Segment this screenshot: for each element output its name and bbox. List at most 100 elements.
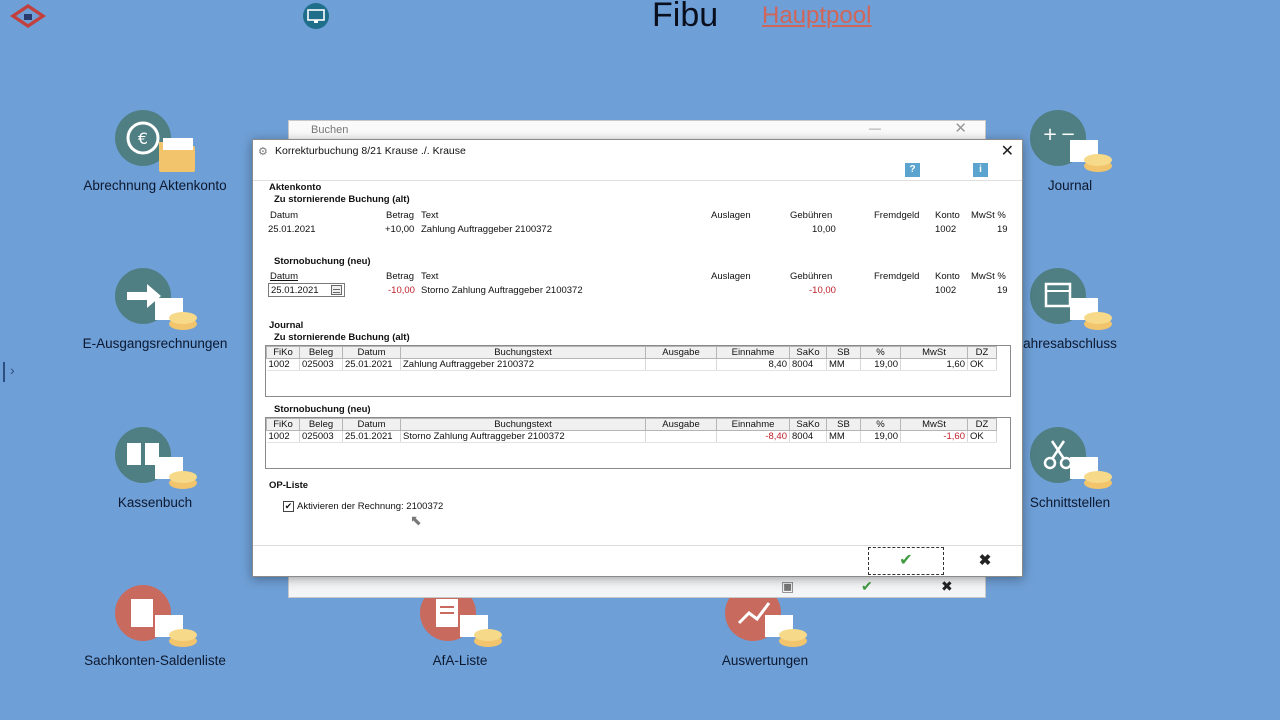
dialog-titlebar: ⚙ Korrekturbuchung 8/21 Krause ./. Kraus… xyxy=(253,140,1022,162)
svg-text:€: € xyxy=(138,129,148,148)
coins-icon xyxy=(155,615,197,647)
alt-text: Zahlung Auftraggeber 2100372 xyxy=(421,224,552,235)
th-beleg[interactable]: Beleg xyxy=(299,346,343,359)
neu-mwst: 19 xyxy=(997,285,1008,296)
alt-betrag: +10,00 xyxy=(385,224,415,235)
th-einnahme[interactable]: Einnahme xyxy=(716,418,790,431)
buchen-cancel-button[interactable]: ✖ xyxy=(941,578,953,595)
th-datum[interactable]: Datum xyxy=(342,418,401,431)
alt-gebuehren: 10,00 xyxy=(812,224,836,235)
th-dz[interactable]: DZ xyxy=(967,346,997,359)
th-sb[interactable]: SB xyxy=(826,418,861,431)
cell-sako: 8004 xyxy=(789,358,827,371)
mouse-cursor-icon: ⬉ xyxy=(410,512,422,528)
th-mwst[interactable]: MwSt xyxy=(900,346,968,359)
col-konto: Konto xyxy=(935,271,960,282)
storno-datum-input[interactable]: 25.01.2021 xyxy=(268,283,345,297)
cell-einnahme: 8,40 xyxy=(716,358,790,371)
buchen-footer: ▣ ✔ ✖ xyxy=(753,575,987,597)
cell-fiko: 1002 xyxy=(266,430,300,443)
th-sako[interactable]: SaKo xyxy=(789,346,827,359)
cell-einnahme: -8,40 xyxy=(716,430,790,443)
cell-beleg: 025003 xyxy=(299,430,343,443)
info-icon[interactable]: i xyxy=(973,163,988,177)
th-fiko[interactable]: FiKo xyxy=(266,418,300,431)
storno-datum-value: 25.01.2021 xyxy=(271,285,319,296)
cell-buchungstext: Zahlung Auftraggeber 2100372 xyxy=(400,358,646,371)
tile-kassenbuch[interactable]: Kassenbuch xyxy=(55,427,255,510)
tile-e-ausgangsrechnungen[interactable]: E-Ausgangsrechnungen xyxy=(55,268,255,351)
col-gebuehren: Gebühren xyxy=(790,271,833,282)
help-icon[interactable]: ? xyxy=(905,163,920,177)
aktenkonto-alt-heading: Zu stornierende Buchung (alt) xyxy=(274,194,410,205)
tile-sachkonten-saldenliste[interactable]: Sachkonten-Saldenliste xyxy=(55,585,255,668)
app-title: Fibu xyxy=(652,0,719,34)
minimize-icon[interactable]: — xyxy=(869,121,881,135)
home-icon[interactable] xyxy=(6,0,50,30)
th-dz[interactable]: DZ xyxy=(967,418,997,431)
th-buchungstext[interactable]: Buchungstext xyxy=(400,418,646,431)
cancel-button[interactable]: ✖ xyxy=(959,547,1011,575)
cell-ausgabe xyxy=(645,430,717,443)
close-icon[interactable]: ✕ xyxy=(954,119,967,137)
col-konto: Konto xyxy=(935,210,960,221)
th-sb[interactable]: SB xyxy=(826,346,861,359)
th-percent[interactable]: % xyxy=(860,346,901,359)
cell-fiko: 1002 xyxy=(266,358,300,371)
th-fiko[interactable]: FiKo xyxy=(266,346,300,359)
th-einnahme[interactable]: Einnahme xyxy=(716,346,790,359)
svg-text:+: + xyxy=(1042,124,1057,145)
th-datum[interactable]: Datum xyxy=(342,346,401,359)
tile-label: E-Ausgangsrechnungen xyxy=(82,336,228,351)
col-mwst: MwSt % xyxy=(971,271,1006,282)
coins-icon xyxy=(155,298,197,330)
neu-gebuehren: -10,00 xyxy=(809,285,836,296)
col-datum: Datum xyxy=(270,210,298,221)
ok-button[interactable]: ✔ xyxy=(868,547,944,575)
th-ausgabe[interactable]: Ausgabe xyxy=(645,418,717,431)
cell-percent: 19,00 xyxy=(860,430,901,443)
print-icon[interactable]: ▣ xyxy=(781,578,794,595)
dialog-footer: ✔ ✖ xyxy=(253,545,1022,576)
hauptpool-link[interactable]: Hauptpool xyxy=(762,2,871,30)
alt-mwst: 19 xyxy=(997,224,1008,235)
journal-neu-table[interactable]: FiKo Beleg Datum Buchungstext Ausgabe Ei… xyxy=(265,417,1011,469)
col-auslagen: Auslagen xyxy=(711,271,751,282)
table-row[interactable]: 1002 025003 25.01.2021 Zahlung Auftragge… xyxy=(266,358,997,371)
col-fremdgeld: Fremdgeld xyxy=(874,210,920,221)
neu-text: Storno Zahlung Auftraggeber 2100372 xyxy=(421,285,583,296)
buchen-title: Buchen xyxy=(311,124,349,136)
tile-abrechnung-aktenkonto[interactable]: € Abrechnung Aktenkonto xyxy=(55,110,255,193)
th-buchungstext[interactable]: Buchungstext xyxy=(400,346,646,359)
coins-icon xyxy=(155,457,197,489)
alt-konto: 1002 xyxy=(935,224,957,235)
table-row[interactable]: 1002 025003 25.01.2021 Storno Zahlung Au… xyxy=(266,430,997,443)
th-percent[interactable]: % xyxy=(860,418,901,431)
th-ausgabe[interactable]: Ausgabe xyxy=(645,346,717,359)
cell-mwst: 1,60 xyxy=(900,358,968,371)
col-mwst: MwSt % xyxy=(971,210,1006,221)
buchen-ok-button[interactable]: ✔ xyxy=(861,578,873,595)
th-sako[interactable]: SaKo xyxy=(789,418,827,431)
dialog-title: Korrekturbuchung 8/21 Krause ./. Krause xyxy=(275,145,466,157)
close-icon[interactable]: ✕ xyxy=(1001,141,1014,161)
journal-heading: Journal xyxy=(269,320,304,331)
th-mwst[interactable]: MwSt xyxy=(900,418,968,431)
screen-icon[interactable] xyxy=(300,2,332,30)
coins-icon xyxy=(1070,298,1112,330)
table-header-row: FiKo Beleg Datum Buchungstext Ausgabe Ei… xyxy=(266,418,997,431)
side-divider xyxy=(3,362,5,382)
aktivieren-checkbox[interactable]: ✔ xyxy=(283,501,294,512)
aktivieren-label[interactable]: Aktivieren der Rechnung: 2100372 xyxy=(297,501,443,512)
col-datum: Datum xyxy=(270,271,298,282)
expand-arrow-icon[interactable]: › xyxy=(10,362,15,378)
col-text: Text xyxy=(421,210,439,221)
cell-percent: 19,00 xyxy=(860,358,901,371)
cell-dz: OK xyxy=(967,430,997,443)
col-betrag: Betrag xyxy=(386,271,414,282)
calendar-icon[interactable] xyxy=(331,285,342,295)
journal-alt-table[interactable]: FiKo Beleg Datum Buchungstext Ausgabe Ei… xyxy=(265,345,1011,397)
th-beleg[interactable]: Beleg xyxy=(299,418,343,431)
journal-alt-heading: Zu stornierende Buchung (alt) xyxy=(274,332,410,343)
journal-neu-heading: Stornobuchung (neu) xyxy=(274,404,371,415)
